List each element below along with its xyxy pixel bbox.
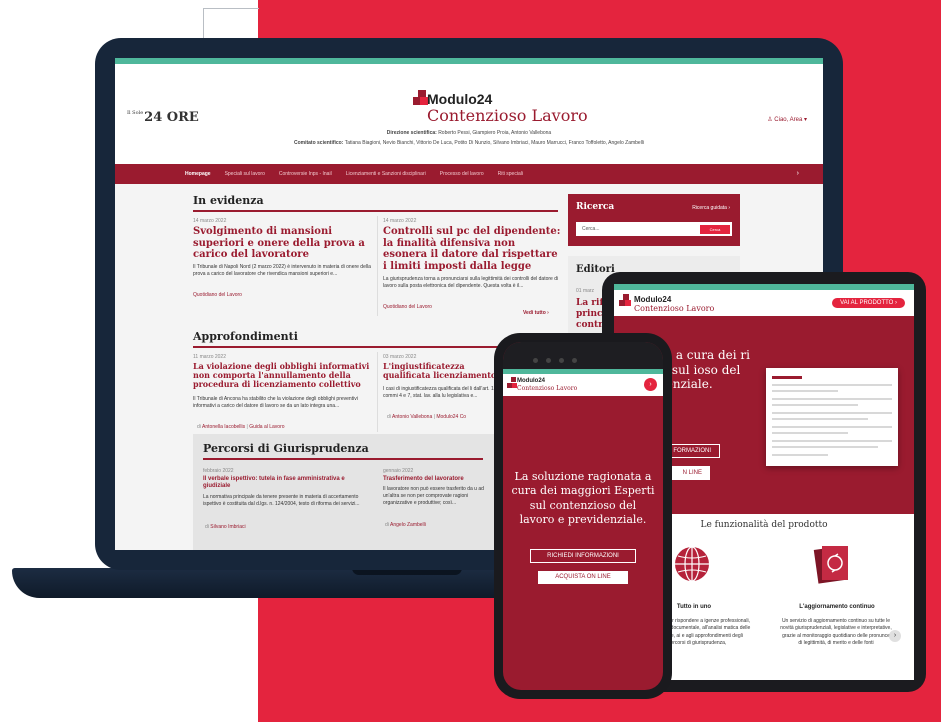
advanced-search-link[interactable]: Ricerca guidata ›	[692, 205, 730, 211]
site-header: Il Sole24 ORE Modulo24 Contenzioso Lavor…	[115, 64, 823, 164]
scientific-direction: Direzione scientifica: Roberto Pessi, Gi…	[386, 130, 552, 136]
article-title[interactable]: Controlli sul pc del dipendente: la fina…	[383, 226, 561, 272]
arrow-right-icon[interactable]: ›	[644, 378, 657, 391]
column-divider	[377, 216, 378, 316]
article-excerpt: La giurisprudenza torna a pronunciarsi s…	[383, 276, 559, 289]
article-title[interactable]: Trasferimento del lavoratore	[383, 476, 493, 483]
feature-description: Un servizio di aggiornamento continuo su…	[780, 618, 892, 646]
article-title[interactable]: La violazione degli obblighi informativi…	[193, 361, 373, 390]
article-excerpt: La normativa principale da tenere presen…	[203, 494, 360, 507]
article-title[interactable]: L'ingiustificatezza qualificata licenzia…	[383, 361, 503, 380]
article-excerpt: Il Tribunale di Ancona ha stabilito che …	[193, 396, 358, 409]
nav-riti[interactable]: Riti speciali	[498, 171, 523, 177]
sole24ore-logo[interactable]: Il Sole24 ORE	[127, 110, 199, 125]
phone-screen: Modulo24 Contenzioso Lavoro › La soluzio…	[503, 342, 663, 690]
main-nav: Homepage Speciali sul lavoro Controversi…	[115, 164, 823, 184]
brand-subtitle: Contenzioso Lavoro	[427, 106, 588, 125]
nav-processo[interactable]: Processo del lavoro	[440, 171, 484, 177]
search-title: Ricerca	[576, 202, 615, 212]
article-byline: di Antonio Vallebona | Modulo24 Co	[387, 414, 467, 420]
article-excerpt: Il Tribunale di Napoli Nord (2 marzo 202…	[193, 264, 371, 277]
phone-device: Modulo24 Contenzioso Lavoro › La soluzio…	[494, 333, 672, 699]
article-title[interactable]: Il verbale ispettivo: tutela in fase amm…	[203, 476, 373, 490]
editorial-date: 01 marz	[576, 288, 595, 294]
nav-next-arrow[interactable]: ›	[797, 170, 799, 177]
article-date: 14 marzo 2022	[193, 218, 227, 224]
article-title[interactable]: Svolgimento di mansioni superiori e oner…	[193, 226, 371, 261]
brand-subtitle: Contenzioso Lavoro	[517, 385, 578, 392]
nav-licenziamenti[interactable]: Licenziamenti e Sanzioni disciplinari	[346, 171, 426, 177]
article-excerpt: Il lavoratore non può essere trasferito …	[383, 486, 484, 506]
article-date: 03 marzo 2022	[383, 354, 417, 360]
scientific-committee: Comitato scientifico: Tatiana Biagioni, …	[293, 140, 645, 146]
article-date: 14 marzo 2022	[383, 218, 417, 224]
article-byline: di Silvano Imbriaci	[205, 524, 246, 530]
brand-name: Modulo24	[517, 378, 545, 384]
phone-status-area	[503, 342, 663, 369]
section-heading: Percorsi di Giurisprudenza	[203, 442, 483, 460]
nav-speciali[interactable]: Speciali sul lavoro	[225, 171, 265, 177]
user-menu[interactable]: ♙ Ciao, Area ▾	[767, 116, 807, 123]
article-date: 11 marzo 2022	[193, 354, 226, 360]
article-byline: di Antonella Iacobellis | Guida al Lavor…	[197, 424, 285, 430]
article-date: gennaio 2022	[383, 468, 414, 474]
document-preview-image	[766, 368, 898, 466]
section-heading: In evidenza	[193, 194, 558, 212]
globe-icon	[675, 546, 709, 582]
article-byline: di Angelo Zambelli	[385, 522, 426, 528]
brand-name: Modulo24	[634, 295, 672, 304]
column-divider	[377, 352, 378, 432]
editorials-heading: Editori	[576, 264, 615, 275]
article-excerpt: I casi di ingiustificatezza qualificata …	[383, 386, 498, 399]
frame-line	[203, 8, 204, 38]
article-source[interactable]: Quotidiano del Lavoro	[193, 292, 242, 298]
camera-dots	[533, 350, 633, 363]
hero-headline: La soluzione ragionata a cura dei maggio…	[511, 470, 655, 526]
carousel-next-button[interactable]: ›	[889, 630, 901, 642]
go-to-product-button[interactable]: VAI AL PRODOTTO ›	[831, 297, 906, 309]
nav-controversie[interactable]: Controversie Inps - Inail	[279, 171, 332, 177]
brand-name: Modulo24	[427, 91, 493, 107]
request-info-button[interactable]: RICHIEDI INFORMAZIONI	[530, 549, 636, 563]
buy-online-button[interactable]: ACQUISTA ON LINE	[538, 571, 628, 584]
feature-title: L'aggiornamento continuo	[799, 604, 875, 610]
article-date: febbraio 2022	[203, 468, 234, 474]
article-source[interactable]: Quotidiano del Lavoro	[383, 304, 432, 310]
frame-line	[203, 8, 259, 9]
search-button[interactable]: Cerca	[700, 225, 730, 234]
chevron-down-icon: ▾	[802, 117, 807, 123]
update-documents-icon	[813, 546, 848, 584]
tablet-header: Modulo24 Contenzioso Lavoro VAI AL PRODO…	[614, 290, 914, 316]
nav-homepage[interactable]: Homepage	[185, 171, 211, 177]
search-box: Ricerca Ricerca guidata › Cerca... Cerca	[568, 194, 740, 246]
see-all-link[interactable]: Vedi tutto ›	[523, 310, 549, 316]
phone-header: Modulo24 Contenzioso Lavoro ›	[503, 374, 663, 396]
brand-subtitle: Contenzioso Lavoro	[634, 304, 715, 313]
